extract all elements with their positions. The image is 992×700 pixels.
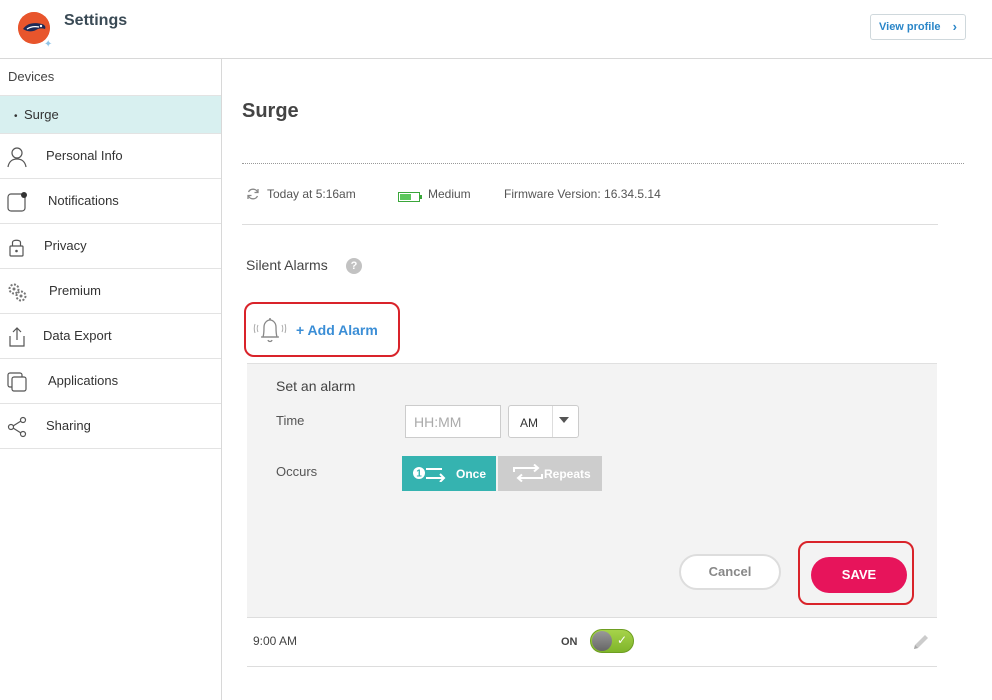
gears-icon bbox=[6, 281, 28, 303]
alarm-state-label: ON bbox=[561, 636, 578, 648]
sidebar: Devices • Surge Personal Info Notificatio… bbox=[0, 59, 222, 700]
notification-icon bbox=[6, 191, 28, 213]
sidebar-item-sharing[interactable]: Sharing bbox=[0, 404, 221, 449]
caret-down-icon bbox=[559, 417, 569, 423]
checkmark-icon: ✓ bbox=[617, 633, 628, 647]
save-highlight: SAVE bbox=[798, 541, 914, 605]
main-content: Surge Today at 5:16am Medium Firmware Ve… bbox=[222, 59, 992, 700]
add-alarm-button[interactable]: + Add Alarm bbox=[244, 302, 400, 357]
battery-icon bbox=[398, 191, 422, 202]
device-status-row: Today at 5:16am Medium Firmware Version:… bbox=[246, 187, 936, 207]
sidebar-item-applications[interactable]: Applications bbox=[0, 359, 221, 404]
divider bbox=[242, 224, 938, 225]
sidebar-item-label: Privacy bbox=[44, 238, 87, 253]
sidebar-device-label: Surge bbox=[24, 107, 59, 122]
top-header: ✦ Settings View profile › bbox=[0, 0, 992, 59]
sidebar-item-notifications[interactable]: Notifications bbox=[0, 179, 221, 224]
once-icon: 1 bbox=[412, 464, 448, 482]
app-title: Settings bbox=[64, 12, 128, 29]
sidebar-item-personal-info[interactable]: Personal Info bbox=[0, 134, 221, 179]
sync-badge-icon: ✦ bbox=[44, 39, 53, 50]
applications-icon bbox=[6, 371, 28, 393]
save-button[interactable]: SAVE bbox=[811, 557, 907, 593]
sidebar-item-label: Data Export bbox=[43, 328, 112, 343]
time-input[interactable] bbox=[405, 405, 501, 438]
sidebar-item-label: Premium bbox=[49, 283, 102, 298]
sidebar-item-label: Notifications bbox=[48, 193, 119, 208]
ampm-value: AM bbox=[520, 416, 538, 430]
repeat-icon bbox=[510, 464, 546, 482]
set-alarm-panel: Set an alarm Time AM Occurs 1 Once Repea… bbox=[247, 363, 937, 617]
select-divider bbox=[552, 406, 553, 437]
page-title: Surge bbox=[242, 100, 299, 122]
toggle-knob bbox=[592, 631, 612, 651]
last-sync-text: Today at 5:16am bbox=[267, 187, 356, 201]
time-label: Time bbox=[276, 413, 305, 428]
repeats-toggle-button[interactable]: Repeats bbox=[498, 456, 602, 491]
set-alarm-title: Set an alarm bbox=[276, 378, 356, 394]
help-icon[interactable]: ? bbox=[346, 258, 362, 274]
view-profile-button[interactable]: View profile › bbox=[870, 14, 966, 40]
export-icon bbox=[6, 326, 28, 348]
sidebar-device-surge[interactable]: • Surge bbox=[0, 96, 221, 134]
sidebar-item-data-export[interactable]: Data Export bbox=[0, 314, 221, 359]
sidebar-section-devices[interactable]: Devices bbox=[0, 59, 221, 96]
firmware-version-text: Firmware Version: 16.34.5.14 bbox=[504, 187, 661, 201]
dotted-divider bbox=[242, 163, 964, 164]
alarm-list-item: 9:00 AM ON ✓ bbox=[247, 617, 937, 667]
svg-text:1: 1 bbox=[416, 469, 422, 480]
pencil-icon[interactable] bbox=[911, 632, 931, 652]
bullet-icon: • bbox=[14, 111, 18, 122]
ampm-select[interactable]: AM bbox=[508, 405, 579, 438]
lock-icon bbox=[6, 236, 28, 258]
person-icon bbox=[6, 146, 28, 168]
bell-icon bbox=[252, 314, 288, 346]
sidebar-item-premium[interactable]: Premium bbox=[0, 269, 221, 314]
share-icon bbox=[6, 416, 28, 438]
sidebar-item-privacy[interactable]: Privacy bbox=[0, 224, 221, 269]
chevron-right-icon: › bbox=[952, 19, 957, 34]
alarm-enabled-toggle[interactable]: ✓ bbox=[590, 629, 634, 653]
view-profile-label: View profile bbox=[879, 21, 941, 33]
alarm-time: 9:00 AM bbox=[253, 634, 298, 648]
sidebar-item-label: Applications bbox=[48, 373, 119, 388]
once-label: Once bbox=[456, 467, 487, 481]
battery-level-text: Medium bbox=[428, 187, 471, 201]
silent-alarms-title: Silent Alarms bbox=[246, 257, 328, 273]
repeats-label: Repeats bbox=[544, 467, 591, 481]
sidebar-item-label: Personal Info bbox=[46, 148, 123, 163]
once-toggle-button[interactable]: 1 Once bbox=[402, 456, 496, 491]
cancel-button[interactable]: Cancel bbox=[679, 554, 781, 590]
occurs-label: Occurs bbox=[276, 464, 318, 479]
sidebar-item-label: Sharing bbox=[46, 418, 91, 433]
add-alarm-label: + Add Alarm bbox=[296, 322, 378, 338]
sync-icon bbox=[246, 187, 260, 201]
